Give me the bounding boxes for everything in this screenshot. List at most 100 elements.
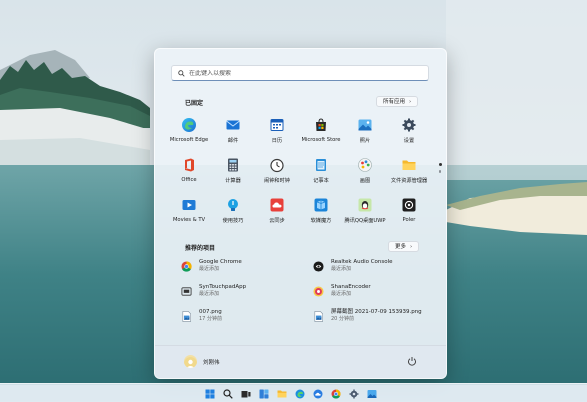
pinned-app-qq-uwp[interactable]: 腾讯QQ桌面UWP xyxy=(343,193,387,233)
recommended-item-subtitle: 最近添加 xyxy=(199,266,220,272)
widgets-icon xyxy=(259,389,269,398)
user-avatar-icon xyxy=(184,357,197,368)
app-label: 闹钟和时钟 xyxy=(264,178,290,184)
page-dot[interactable] xyxy=(438,170,442,173)
taskbar-widgets-button[interactable] xyxy=(257,387,271,400)
taskbar-chrome-button[interactable] xyxy=(329,387,343,400)
chevron-right-icon: › xyxy=(410,244,413,250)
pinned-app-store[interactable]: Microsoft Store xyxy=(299,113,343,153)
start-menu: 已固定 所有应用› Microsoft Edge 邮件 xyxy=(154,48,447,379)
pinned-app-calculator[interactable]: 计算器 xyxy=(211,153,255,193)
file-explorer-icon xyxy=(277,390,287,397)
app-label: Poler xyxy=(402,217,416,223)
tips-icon xyxy=(228,199,238,211)
app-label: 计算器 xyxy=(225,178,241,184)
taskbar-cloud-button[interactable] xyxy=(311,387,325,400)
all-apps-button[interactable]: 所有应用 › xyxy=(376,96,419,107)
app-label: 邮件 xyxy=(227,138,239,144)
pinned-app-cloud-sync[interactable]: 云同步 xyxy=(255,193,299,233)
image-file-icon xyxy=(314,311,323,322)
avatar[interactable] xyxy=(184,355,197,368)
pinned-app-notepad[interactable]: 记事本 xyxy=(299,153,343,193)
image-file-icon xyxy=(182,311,191,322)
recommended-item[interactable]: 屏幕截图 2021-07-09 153939.png 20 分钟前 xyxy=(313,309,431,334)
ruanmei-cube-icon xyxy=(314,198,328,212)
movies-tv-icon xyxy=(182,200,196,210)
pinned-app-movies-tv[interactable]: Movies & TV xyxy=(167,193,211,233)
recommended-item[interactable]: ShanaEncoder 最近添加 xyxy=(313,284,431,309)
recommended-item-name: ShanaEncoder xyxy=(331,284,371,290)
recommended-item-subtitle: 17 分钟前 xyxy=(199,316,222,322)
pinned-app-file-explorer[interactable]: 文件资源管理器 xyxy=(387,153,431,193)
settings-icon xyxy=(402,118,416,132)
more-button[interactable]: 更多 › xyxy=(388,241,420,252)
paint-icon xyxy=(358,158,372,172)
page-dot[interactable] xyxy=(438,163,442,166)
recommended-item[interactable]: Realtek Audio Console 最近添加 xyxy=(313,259,431,284)
photos-icon xyxy=(367,389,377,398)
recommended-item[interactable]: SynTouchpadApp 最近添加 xyxy=(181,284,313,309)
app-label: Microsoft Store xyxy=(301,137,341,143)
recommended-list: Google Chrome 最近添加 Realtek Audio Console… xyxy=(181,259,431,334)
app-label: 腾讯QQ桌面UWP xyxy=(344,218,386,224)
windows-start-icon xyxy=(205,389,215,398)
alarm-clock-icon xyxy=(270,158,284,173)
pinned-app-calendar[interactable]: 日历 xyxy=(255,113,299,153)
realtek-audio-icon xyxy=(313,261,324,272)
pinned-app-photos[interactable]: 照片 xyxy=(343,113,387,153)
taskbar-settings-button[interactable] xyxy=(347,387,361,400)
file-explorer-icon xyxy=(402,160,416,170)
app-label: 照片 xyxy=(359,138,371,144)
search-icon xyxy=(223,388,233,399)
qq-uwp-icon xyxy=(358,198,372,212)
recommended-item-subtitle: 20 分钟前 xyxy=(331,316,354,322)
recommended-item[interactable]: 007.png 17 分钟前 xyxy=(181,309,313,334)
more-label: 更多 xyxy=(395,244,407,250)
pinned-app-tips[interactable]: 使用技巧 xyxy=(211,193,255,233)
recommended-item-subtitle: 最近添加 xyxy=(331,291,352,297)
recommended-item-name: Google Chrome xyxy=(199,259,242,265)
search-input[interactable] xyxy=(189,69,409,77)
power-icon[interactable] xyxy=(407,356,417,366)
pinned-app-paint[interactable]: 画图 xyxy=(343,153,387,193)
app-label: 记事本 xyxy=(313,178,329,184)
app-label: Office xyxy=(181,177,197,183)
touchpad-icon xyxy=(181,287,192,296)
app-label: 设置 xyxy=(403,138,415,144)
page-indicator[interactable] xyxy=(438,163,442,183)
task-view-icon xyxy=(241,390,251,397)
pinned-app-settings[interactable]: 设置 xyxy=(387,113,431,153)
app-label: 画图 xyxy=(359,178,371,184)
search-box[interactable] xyxy=(171,65,429,81)
mail-icon xyxy=(226,120,240,130)
recommended-item-name: Realtek Audio Console xyxy=(331,259,393,265)
pinned-app-alarm-clock[interactable]: 闹钟和时钟 xyxy=(255,153,299,193)
app-label: 云同步 xyxy=(269,218,285,224)
taskbar-task-view-button[interactable] xyxy=(239,387,253,400)
notepad-icon xyxy=(316,159,326,171)
edge-icon xyxy=(295,389,305,398)
recommended-item-subtitle: 最近添加 xyxy=(199,291,220,297)
taskbar-photos-button[interactable] xyxy=(365,387,379,400)
taskbar-file-explorer-button[interactable] xyxy=(275,387,289,400)
calendar-icon xyxy=(270,119,284,131)
pinned-app-poler[interactable]: Poler xyxy=(387,193,431,233)
cloud-sync-icon xyxy=(270,198,284,212)
taskbar-edge-button[interactable] xyxy=(293,387,307,400)
pinned-app-office[interactable]: Office xyxy=(167,153,211,193)
recommended-item-name: SynTouchpadApp xyxy=(199,284,247,290)
pinned-app-ruanmei-cube[interactable]: 软媒魔方 xyxy=(299,193,343,233)
pinned-app-mail[interactable]: 邮件 xyxy=(211,113,255,153)
cloud-icon xyxy=(313,389,323,398)
recommended-item-subtitle: 最近添加 xyxy=(331,266,352,272)
recommended-item[interactable]: Google Chrome 最近添加 xyxy=(181,259,313,284)
app-label: 日历 xyxy=(271,138,283,144)
user-name[interactable]: 刘刚伟 xyxy=(203,358,220,366)
pinned-app-edge[interactable]: Microsoft Edge xyxy=(167,113,211,153)
recommended-section-title: 推荐的项目 xyxy=(185,245,216,252)
taskbar-start-button[interactable] xyxy=(203,387,217,400)
settings-icon xyxy=(349,389,359,398)
taskbar-search-button[interactable] xyxy=(221,387,235,400)
recommended-item-name: 屏幕截图 2021-07-09 153939.png xyxy=(331,309,422,315)
search-icon xyxy=(178,69,185,77)
